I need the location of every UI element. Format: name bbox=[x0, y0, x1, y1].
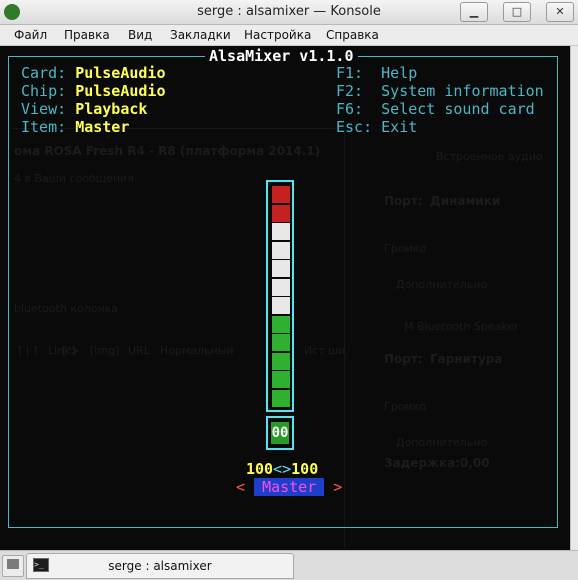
volume-segment bbox=[272, 297, 290, 314]
maximize-button[interactable]: □ bbox=[503, 2, 531, 22]
key-label: F1: bbox=[336, 64, 364, 82]
info-row-chip: Chip: PulseAudio bbox=[21, 82, 166, 100]
info-label: Chip: bbox=[21, 82, 67, 100]
info-label: Item: bbox=[21, 118, 67, 136]
volume-segment bbox=[272, 371, 290, 388]
volume-segment bbox=[272, 278, 290, 296]
new-tab-icon bbox=[7, 559, 19, 569]
volume-levels: 100<>100 bbox=[246, 460, 318, 478]
channel-prev-arrow[interactable]: < bbox=[236, 478, 245, 496]
menu-help[interactable]: Справка bbox=[326, 28, 379, 42]
left-level: 100 bbox=[246, 460, 274, 478]
window-titlebar[interactable]: serge : alsamixer — Konsole ▁ □ ✕ bbox=[0, 0, 578, 25]
terminal-area[interactable]: ома ROSA Fresh R4 - R8 (платформа 2014.1… bbox=[0, 46, 570, 550]
key-help-f6: F6: Select sound card bbox=[336, 100, 535, 118]
tab-label: serge : alsamixer bbox=[108, 559, 212, 573]
new-tab-button[interactable] bbox=[2, 555, 24, 577]
mute-toggle[interactable]: 00 bbox=[266, 416, 294, 450]
close-button[interactable]: ✕ bbox=[546, 2, 574, 22]
info-label: View: bbox=[21, 100, 67, 118]
volume-segment bbox=[272, 389, 290, 407]
key-action: System information bbox=[381, 82, 544, 100]
volume-segment bbox=[272, 223, 290, 240]
volume-segment bbox=[272, 334, 290, 351]
volume-segment bbox=[272, 186, 290, 203]
key-label: Esc: bbox=[336, 118, 373, 136]
mute-state-value: 00 bbox=[271, 422, 289, 444]
window-title: serge : alsamixer — Konsole bbox=[197, 4, 381, 19]
key-action: Select sound card bbox=[381, 100, 535, 118]
tab-alsamixer[interactable]: >_ serge : alsamixer bbox=[26, 553, 294, 579]
menu-bookmarks[interactable]: Закладки bbox=[170, 28, 231, 42]
minimize-button[interactable]: ▁ bbox=[460, 2, 488, 22]
tab-bar: >_ serge : alsamixer bbox=[0, 550, 578, 580]
channel-next-arrow[interactable]: > bbox=[333, 478, 342, 496]
volume-segment bbox=[272, 260, 290, 277]
key-action: Help bbox=[381, 64, 418, 82]
level-separator: <> bbox=[273, 460, 292, 478]
key-label: F2: bbox=[336, 82, 364, 100]
menu-settings[interactable]: Настройка bbox=[244, 28, 311, 42]
terminal-scrollbar[interactable] bbox=[570, 46, 578, 550]
key-action: Exit bbox=[381, 118, 418, 136]
info-value: Playback bbox=[75, 100, 148, 118]
key-label: F6: bbox=[336, 100, 364, 118]
info-value: PulseAudio bbox=[75, 82, 166, 100]
info-row-item: Item: Master bbox=[21, 118, 129, 136]
menubar: Файл Правка Вид Закладки Настройка Справ… bbox=[0, 25, 578, 46]
menu-view[interactable]: Вид bbox=[128, 28, 152, 42]
volume-segment bbox=[272, 241, 290, 259]
menu-file[interactable]: Файл bbox=[14, 28, 47, 42]
right-level: 100 bbox=[291, 460, 319, 478]
key-help-f2: F2: System information bbox=[336, 82, 544, 100]
channel-selector[interactable]: < Master > bbox=[236, 478, 342, 496]
info-row-view: View: Playback bbox=[21, 100, 147, 118]
info-row-card: Card: PulseAudio bbox=[21, 64, 166, 82]
key-help-esc: Esc: Exit bbox=[336, 118, 417, 136]
channel-name: Master bbox=[254, 478, 325, 496]
menu-edit[interactable]: Правка bbox=[64, 28, 110, 42]
alsamixer-title: AlsaMixer v1.1.0 bbox=[205, 47, 358, 65]
key-help-f1: F1: Help bbox=[336, 64, 417, 82]
info-value: Master bbox=[75, 118, 130, 136]
info-value: PulseAudio bbox=[75, 64, 166, 82]
volume-segment bbox=[272, 315, 290, 333]
volume-segment bbox=[272, 352, 290, 370]
volume-bar[interactable] bbox=[266, 180, 294, 412]
info-label: Card: bbox=[21, 64, 67, 82]
volume-segment bbox=[272, 204, 290, 222]
